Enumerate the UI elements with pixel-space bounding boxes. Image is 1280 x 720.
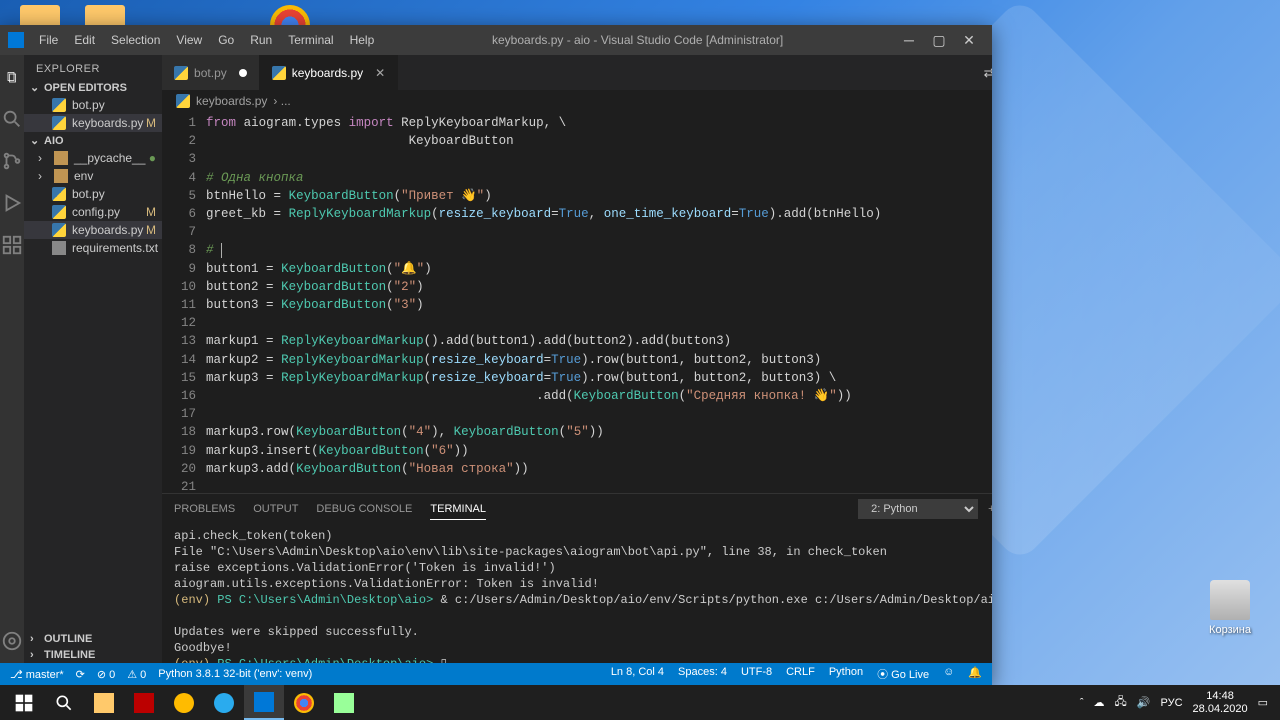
system-tray[interactable]: ˆ ☁ 🖧 🔊 РУС 14:4828.04.2020 ▭ <box>1080 690 1276 716</box>
sidebar: EXPLORER ⌄OPEN EDITORS bot.pykeyboards.p… <box>24 55 162 663</box>
tray-volume-icon[interactable]: 🔊 <box>1137 696 1151 709</box>
activity-scm[interactable] <box>0 149 24 173</box>
status-golive[interactable]: ⦿ Go Live <box>877 666 929 682</box>
open-editors-header[interactable]: ⌄OPEN EDITORS <box>24 79 162 96</box>
open-editor-item[interactable]: keyboards.pyM <box>24 114 162 132</box>
compare-icon[interactable]: ⇄ <box>984 65 992 81</box>
menu-selection[interactable]: Selection <box>104 30 167 50</box>
panel-tab-problems[interactable]: PROBLEMS <box>174 499 235 519</box>
tree-item[interactable]: requirements.txt <box>24 239 162 257</box>
menu-go[interactable]: Go <box>211 30 241 50</box>
tree-item[interactable]: ›__pycache__● <box>24 149 162 167</box>
status-encoding[interactable]: UTF-8 <box>741 666 772 682</box>
status-bar: ⎇ master* ⟳ ⊘ 0 ⚠ 0 Python 3.8.1 32-bit … <box>0 663 992 685</box>
line-numbers: 123456789101112131415161718192021222324 <box>162 112 206 493</box>
status-python[interactable]: Python 3.8.1 32-bit ('env': venv) <box>158 668 312 680</box>
tray-network-icon[interactable]: 🖧 <box>1115 693 1127 712</box>
window-title: keyboards.py - aio - Visual Studio Code … <box>381 33 894 47</box>
taskbar-vscode[interactable] <box>244 685 284 720</box>
menu-file[interactable]: File <box>32 30 65 50</box>
taskbar-telegram[interactable] <box>204 685 244 720</box>
taskbar-explorer[interactable] <box>84 685 124 720</box>
minimize-button[interactable]: ─ <box>894 32 924 49</box>
tree-item[interactable]: bot.py <box>24 185 162 203</box>
taskbar-filezilla[interactable] <box>124 685 164 720</box>
taskbar: ˆ ☁ 🖧 🔊 РУС 14:4828.04.2020 ▭ <box>0 685 1280 720</box>
open-editor-item[interactable]: bot.py <box>24 96 162 114</box>
tray-chevron-icon[interactable]: ˆ <box>1080 697 1084 709</box>
activity-bar <box>0 55 24 663</box>
status-warnings[interactable]: ⚠ 0 <box>127 668 146 681</box>
taskbar-search[interactable] <box>44 685 84 720</box>
desktop: Корзина FileEditSelectionViewGoRunTermin… <box>0 0 1280 720</box>
start-button[interactable] <box>4 685 44 720</box>
code-editor[interactable]: from aiogram.types import ReplyKeyboardM… <box>206 112 992 493</box>
panel-tab-output[interactable]: OUTPUT <box>253 499 298 519</box>
editor-group: bot.pykeyboards.py✕ ⇄ ▷ ◫ ⋯ keyboards.py… <box>162 55 992 663</box>
status-sync[interactable]: ⟳ <box>76 668 85 681</box>
tree-item[interactable]: ›env <box>24 167 162 185</box>
editor-tab[interactable]: keyboards.py✕ <box>260 55 398 90</box>
tree-item[interactable]: config.pyM <box>24 203 162 221</box>
terminal[interactable]: api.check_token(token) File "C:\Users\Ad… <box>162 524 992 663</box>
breadcrumb[interactable]: keyboards.py › ... <box>162 90 992 112</box>
menu-terminal[interactable]: Terminal <box>281 30 340 50</box>
activity-settings[interactable] <box>0 629 24 653</box>
panel: PROBLEMS OUTPUT DEBUG CONSOLE TERMINAL 2: P… <box>162 493 992 663</box>
recycle-bin-label: Корзина <box>1200 624 1260 636</box>
status-bell-icon[interactable]: 🔔 <box>968 666 982 682</box>
timeline-header[interactable]: ›TIMELINE <box>24 647 162 663</box>
tray-language[interactable]: РУС <box>1161 697 1183 709</box>
taskbar-notepad[interactable] <box>324 685 364 720</box>
recycle-bin[interactable]: Корзина <box>1200 580 1260 636</box>
editor-tab[interactable]: bot.py <box>162 55 260 90</box>
sidebar-title: EXPLORER <box>24 55 162 79</box>
close-button[interactable]: ✕ <box>954 32 984 49</box>
status-position[interactable]: Ln 8, Col 4 <box>611 666 664 682</box>
status-lang[interactable]: Python <box>829 666 863 682</box>
menu-edit[interactable]: Edit <box>67 30 102 50</box>
workspace-header[interactable]: ⌄AIO <box>24 132 162 149</box>
taskbar-app[interactable] <box>164 685 204 720</box>
activity-explorer[interactable] <box>0 65 18 89</box>
status-eol[interactable]: CRLF <box>786 666 815 682</box>
tray-cloud-icon[interactable]: ☁ <box>1094 696 1105 709</box>
tray-clock[interactable]: 14:4828.04.2020 <box>1193 690 1248 716</box>
status-spaces[interactable]: Spaces: 4 <box>678 666 727 682</box>
new-terminal-icon[interactable]: + <box>988 499 992 519</box>
status-feedback-icon[interactable]: ☺ <box>943 666 954 682</box>
vscode-window: FileEditSelectionViewGoRunTerminalHelp k… <box>0 25 992 685</box>
python-icon <box>176 94 190 108</box>
activity-debug[interactable] <box>0 191 24 215</box>
status-errors[interactable]: ⊘ 0 <box>97 668 115 681</box>
taskbar-chrome[interactable] <box>284 685 324 720</box>
editor-tabs: bot.pykeyboards.py✕ ⇄ ▷ ◫ ⋯ <box>162 55 992 90</box>
menu-view[interactable]: View <box>169 30 209 50</box>
terminal-selector[interactable]: 2: Python <box>858 499 978 519</box>
outline-header[interactable]: ›OUTLINE <box>24 631 162 647</box>
activity-extensions[interactable] <box>0 233 24 257</box>
recycle-bin-icon <box>1210 580 1250 620</box>
panel-tab-debug-console[interactable]: DEBUG CONSOLE <box>316 499 412 519</box>
menu-run[interactable]: Run <box>243 30 279 50</box>
panel-tab-terminal[interactable]: TERMINAL <box>430 499 486 520</box>
menu-help[interactable]: Help <box>343 30 382 50</box>
activity-search[interactable] <box>0 107 24 131</box>
maximize-button[interactable]: ▢ <box>924 32 954 49</box>
tray-notifications-icon[interactable]: ▭ <box>1258 696 1268 709</box>
tree-item[interactable]: keyboards.pyM <box>24 221 162 239</box>
vscode-icon <box>8 32 24 48</box>
titlebar[interactable]: FileEditSelectionViewGoRunTerminalHelp k… <box>0 25 992 55</box>
status-branch[interactable]: ⎇ master* <box>10 668 64 681</box>
